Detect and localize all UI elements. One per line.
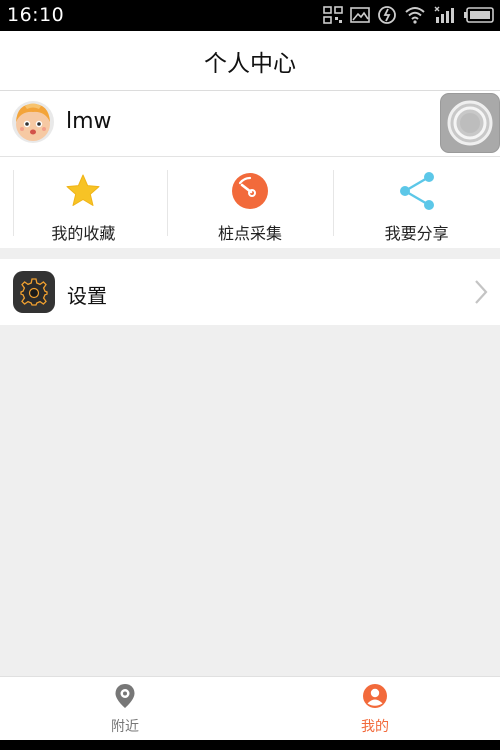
settings-row[interactable]: 设置 [0, 259, 500, 325]
tab-nearby-label: 附近 [111, 719, 139, 735]
share-action[interactable]: 我要分享 [333, 157, 500, 248]
settings-gear-icon [13, 271, 55, 313]
settings-label: 设置 [67, 284, 107, 308]
signal-icon [434, 6, 454, 23]
profile-row[interactable]: lmw [0, 91, 500, 157]
system-nav-strip [0, 740, 500, 750]
username: lmw [66, 109, 112, 134]
floating-assistive-button[interactable] [440, 93, 500, 153]
status-time: 16:10 [7, 4, 65, 26]
page-title: 个人中心 [204, 50, 296, 77]
qr-scan-icon [323, 6, 343, 24]
share-label: 我要分享 [384, 224, 449, 243]
title-bar: 个人中心 [0, 31, 500, 91]
share-icon [397, 171, 437, 211]
status-bar: 16:10 [0, 0, 500, 31]
sync-icon [378, 6, 396, 24]
assistive-ring-icon [447, 100, 493, 146]
profile-icon [362, 683, 388, 709]
quick-actions: 我的收藏 桩点采集 我要分享 [0, 157, 500, 248]
bottom-tab-bar: 附近 我的 [0, 676, 500, 740]
battery-icon [464, 7, 494, 23]
favorites-label: 我的收藏 [51, 224, 116, 243]
location-pin-icon [114, 683, 136, 709]
favorites-action[interactable]: 我的收藏 [0, 157, 167, 248]
tab-mine[interactable]: 我的 [250, 677, 500, 740]
star-icon [63, 171, 103, 211]
wifi-icon [405, 7, 425, 24]
image-icon [350, 7, 370, 23]
avatar[interactable] [11, 100, 55, 144]
pile-collection-label: 桩点采集 [218, 224, 283, 243]
tab-mine-label: 我的 [361, 719, 389, 735]
status-icons [323, 4, 494, 26]
pile-collection-action[interactable]: 桩点采集 [166, 157, 334, 248]
tab-nearby[interactable]: 附近 [0, 677, 250, 740]
gauge-icon [230, 171, 270, 211]
chevron-right-icon [475, 280, 488, 304]
